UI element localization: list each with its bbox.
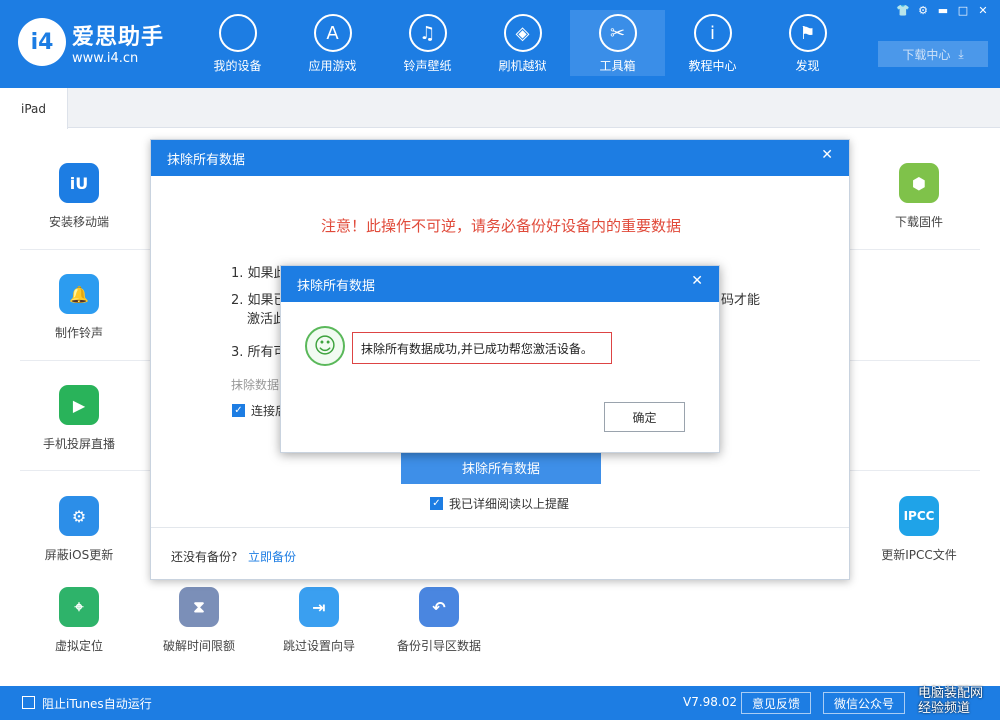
nav-discover[interactable]: ⚑ 发现 — [760, 10, 855, 76]
cube-icon: ⬢ — [899, 163, 939, 203]
block-itunes-checkbox[interactable] — [22, 696, 35, 709]
nav-toolbox[interactable]: ✂ 工具箱 — [570, 10, 665, 76]
close-icon[interactable]: ✕ — [974, 2, 992, 18]
nav-apps-games[interactable]: A 应用游戏 — [285, 10, 380, 76]
tool-block-ios-update[interactable]: ⚙ 屏蔽iOS更新 — [24, 496, 134, 563]
confirm-read-label: 我已详细阅读以上提醒 — [449, 497, 570, 511]
tools-icon: ✂ — [598, 14, 637, 52]
block-itunes-label: 阻止iTunes自动运行 — [42, 697, 152, 711]
tool-backup-boot-data[interactable]: ↶ 备份引导区数据 — [384, 587, 494, 654]
divider — [151, 527, 849, 528]
maximize-icon[interactable]: □ — [954, 2, 972, 18]
music-icon: ♫ — [408, 14, 447, 52]
confirm-read-checkbox[interactable]: ✓ — [430, 497, 443, 510]
nav-label: 刷机越狱 — [498, 59, 547, 73]
location-pin-icon: ⌖ — [59, 587, 99, 627]
nav-label: 铃声壁纸 — [403, 59, 452, 73]
apple-icon — [218, 14, 257, 52]
nav-label: 发现 — [795, 59, 820, 73]
close-icon[interactable]: ✕ — [691, 273, 703, 289]
app-logo: i4 爱思助手 www.i4.cn — [18, 18, 164, 66]
appstore-icon: A — [313, 14, 352, 52]
tool-label: 跳过设置向导 — [282, 639, 355, 653]
watermark: 电脑装配网 经验频道 — [918, 686, 984, 716]
tab-ipad[interactable]: iPad — [0, 88, 68, 129]
notice-item-2-tail: 码才能 — [721, 293, 761, 308]
app-name: 爱思助手 — [72, 24, 165, 50]
download-center-button[interactable]: 下载中心 ⤓ — [878, 41, 988, 67]
status-bar: 阻止iTunes自动运行 V7.98.02 意见反馈 微信公众号 — [0, 686, 1000, 720]
nav-label: 我的设备 — [213, 59, 262, 73]
erase-all-button[interactable]: 抹除所有数据 — [401, 451, 601, 484]
i4-app-icon: iU — [59, 163, 99, 203]
nav-my-device[interactable]: 我的设备 — [190, 10, 285, 76]
app-url: www.i4.cn — [72, 50, 139, 66]
feedback-button[interactable]: 意见反馈 — [741, 692, 811, 714]
info-icon: i — [693, 14, 732, 52]
smile-icon: ☺ — [305, 326, 345, 366]
tool-label: 备份引导区数据 — [396, 639, 481, 653]
dialog-header: 抹除所有数据 ✕ — [151, 140, 849, 176]
notice-item-2: 2. 如果已 — [231, 293, 287, 308]
tool-label: 更新IPCC文件 — [881, 548, 957, 562]
connect-checkbox[interactable]: ✓ — [232, 404, 245, 417]
tool-label: 安装移动端 — [48, 215, 109, 229]
tool-update-ipcc[interactable]: IPCC 更新IPCC文件 — [864, 496, 974, 563]
hourglass-icon: ⧗ — [179, 587, 219, 627]
ok-button[interactable]: 确定 — [604, 402, 685, 432]
version-label: V7.98.02 — [683, 695, 738, 709]
dialog-title: 抹除所有数据 — [167, 152, 246, 168]
wechat-button[interactable]: 微信公众号 — [823, 692, 905, 714]
download-icon: ⤓ — [958, 46, 964, 61]
tool-label: 破解时间限额 — [162, 639, 235, 653]
dialog-header: 抹除所有数据 ✕ — [281, 266, 719, 302]
window-controls: 👕 ⚙ ▬ □ ✕ — [894, 2, 992, 18]
tool-skip-setup[interactable]: ⇥ 跳过设置向导 — [264, 587, 374, 654]
block-update-icon: ⚙ — [59, 496, 99, 536]
nav-flash-jailbreak[interactable]: ◈ 刷机越狱 — [475, 10, 570, 76]
dialog-title: 抹除所有数据 — [297, 278, 376, 294]
notice-item-1: 1. 如果此 — [231, 266, 287, 281]
tool-install-mobile[interactable]: iU 安装移动端 — [24, 163, 134, 230]
tool-make-ringtone[interactable]: 🔔 制作铃声 — [24, 274, 134, 341]
nav-tutorials[interactable]: i 教程中心 — [665, 10, 760, 76]
ipcc-icon: IPCC — [899, 496, 939, 536]
tool-label: 虚拟定位 — [54, 639, 103, 653]
nav-label: 工具箱 — [599, 59, 636, 73]
backup-now-link[interactable]: 立即备份 — [248, 548, 296, 565]
device-tab-bar: iPad — [0, 88, 1000, 129]
download-center-label: 下载中心 — [902, 47, 951, 62]
tool-crack-screen-time[interactable]: ⧗ 破解时间限额 — [144, 587, 254, 654]
minimize-icon[interactable]: ▬ — [934, 2, 952, 18]
tool-label: 屏蔽iOS更新 — [44, 548, 114, 562]
skin-icon[interactable]: 👕 — [894, 2, 912, 18]
screen-mirror-icon: ▶ — [59, 385, 99, 425]
top-bar: i4 爱思助手 www.i4.cn 我的设备 A 应用游戏 ♫ 铃声壁纸 ◈ 刷… — [0, 0, 1000, 88]
close-icon[interactable]: ✕ — [821, 147, 833, 163]
box-icon: ◈ — [503, 14, 542, 52]
erase-success-dialog: 抹除所有数据 ✕ ☺ 抹除所有数据成功,并已成功帮您激活设备。 确定 — [280, 265, 720, 453]
nav-ringtones-wallpapers[interactable]: ♫ 铃声壁纸 — [380, 10, 475, 76]
main-nav: 我的设备 A 应用游戏 ♫ 铃声壁纸 ◈ 刷机越狱 ✂ 工具箱 i 教程中心 ⚑… — [190, 10, 855, 76]
tool-label: 手机投屏直播 — [42, 437, 115, 451]
success-message: 抹除所有数据成功,并已成功帮您激活设备。 — [352, 332, 612, 364]
skip-setup-icon: ⇥ — [299, 587, 339, 627]
nav-label: 应用游戏 — [308, 59, 357, 73]
nav-label: 教程中心 — [688, 59, 737, 73]
erase-hint: 抹除数据 — [231, 378, 280, 392]
logo-icon: i4 — [18, 18, 66, 66]
tool-download-firmware[interactable]: ⬢ 下载固件 — [864, 163, 974, 230]
settings-icon[interactable]: ⚙ — [914, 2, 932, 18]
notice-item-3: 3. 所有可 — [231, 345, 287, 360]
tool-screen-mirror[interactable]: ▶ 手机投屏直播 — [24, 385, 134, 452]
backup-drive-icon: ↶ — [419, 587, 459, 627]
tool-label: 制作铃声 — [54, 326, 103, 340]
bell-icon: 🔔 — [59, 274, 99, 314]
flag-icon: ⚑ — [788, 14, 827, 52]
tool-label: 下载固件 — [894, 215, 943, 229]
warning-text: 注意！此操作不可逆，请务必备份好设备内的重要数据 — [320, 217, 681, 235]
tool-virtual-location[interactable]: ⌖ 虚拟定位 — [24, 587, 134, 654]
no-backup-label: 还没有备份? — [171, 550, 238, 564]
